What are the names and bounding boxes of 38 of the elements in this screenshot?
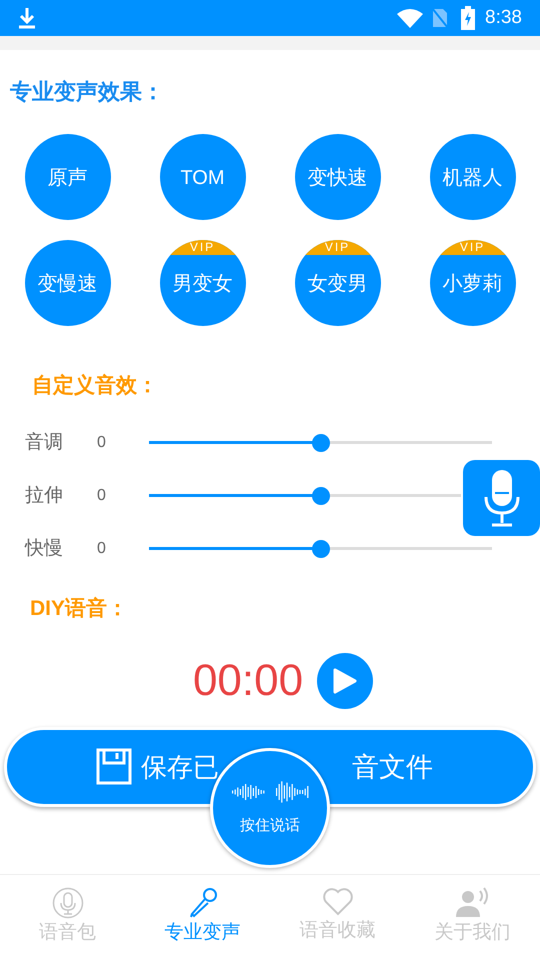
battery-icon	[461, 6, 476, 30]
slider-thumb[interactable]	[312, 540, 330, 558]
effect-button[interactable]: 机器人	[430, 134, 516, 220]
slider[interactable]	[149, 487, 461, 505]
slider-label: 音调	[25, 430, 64, 455]
wifi-icon	[397, 8, 424, 28]
section-title: DIY语音：	[30, 596, 130, 622]
effect-button[interactable]: VIP 小萝莉	[430, 240, 516, 326]
microphone-circle-icon	[52, 887, 84, 919]
section-title: 专业变声效果：	[10, 78, 165, 106]
microphone-icon	[484, 469, 520, 527]
section-title: 自定义音效：	[32, 372, 159, 399]
slider-value: 0	[97, 433, 107, 453]
slider-label: 快慢	[25, 536, 64, 561]
slider-thumb[interactable]	[312, 434, 330, 452]
download-icon	[18, 7, 36, 29]
save-label: 音文件	[352, 750, 433, 784]
microphone-icon	[188, 887, 218, 919]
slider-value: 0	[97, 539, 107, 559]
play-icon	[333, 668, 358, 694]
slider-value: 0	[97, 486, 107, 506]
effect-button[interactable]: VIP 女变男	[294, 240, 380, 326]
slider[interactable]	[149, 434, 492, 452]
slider-thumb[interactable]	[312, 487, 330, 505]
status-time: 8:38	[485, 6, 522, 30]
heart-icon	[322, 887, 354, 917]
no-sim-icon	[431, 7, 450, 29]
record-button[interactable]	[463, 460, 540, 536]
effect-button[interactable]: TOM	[160, 134, 246, 220]
effect-button[interactable]: 变慢速	[24, 240, 110, 326]
slider-label: 拉伸	[25, 484, 64, 508]
effect-button[interactable]: VIP 男变女	[160, 240, 246, 326]
slider[interactable]	[149, 540, 492, 558]
effect-button[interactable]: 变快速	[294, 134, 380, 220]
effect-button[interactable]: 原声	[24, 134, 110, 220]
nav-tab[interactable]: 专业变声	[135, 875, 270, 960]
waveform-icon	[230, 781, 310, 803]
timer: 00:00	[192, 655, 304, 707]
